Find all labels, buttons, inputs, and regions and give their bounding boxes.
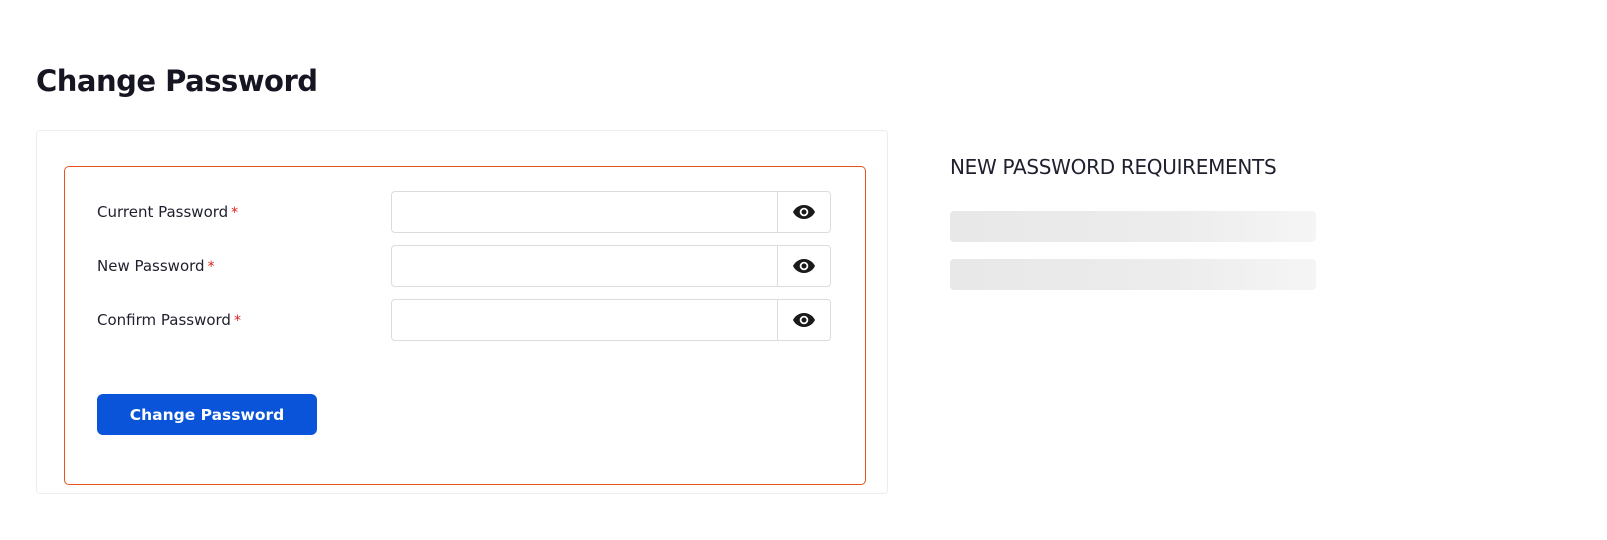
new-password-visibility-toggle[interactable] (777, 246, 830, 286)
change-password-card: Current Password * New Password * Confir… (36, 130, 888, 494)
current-password-label-text: Current Password (97, 203, 229, 221)
confirm-password-input[interactable] (392, 300, 777, 340)
required-star: * (231, 205, 239, 221)
new-password-row: New Password * (97, 245, 831, 287)
change-password-form: Current Password * New Password * Confir… (64, 166, 866, 485)
change-password-button[interactable]: Change Password (97, 394, 317, 435)
current-password-visibility-toggle[interactable] (777, 192, 830, 232)
confirm-password-row: Confirm Password * (97, 299, 831, 341)
eye-icon (793, 259, 815, 273)
eye-icon (793, 313, 815, 327)
confirm-password-label-text: Confirm Password (97, 311, 231, 329)
required-star: * (233, 313, 241, 329)
new-password-input-group (391, 245, 831, 287)
confirm-password-label: Confirm Password * (97, 311, 241, 329)
required-star: * (207, 259, 215, 275)
requirements-loading-placeholder (950, 211, 1316, 242)
new-password-label-text: New Password (97, 257, 205, 275)
page-title: Change Password (36, 64, 318, 98)
confirm-password-visibility-toggle[interactable] (777, 300, 830, 340)
eye-icon (793, 205, 815, 219)
confirm-password-input-group (391, 299, 831, 341)
current-password-label: Current Password * (97, 203, 238, 221)
current-password-input-group (391, 191, 831, 233)
current-password-row: Current Password * (97, 191, 831, 233)
requirements-title: NEW PASSWORD REQUIREMENTS (950, 155, 1277, 179)
requirements-loading-placeholder (950, 259, 1316, 290)
new-password-label: New Password * (97, 257, 215, 275)
new-password-input[interactable] (392, 246, 777, 286)
current-password-input[interactable] (392, 192, 777, 232)
